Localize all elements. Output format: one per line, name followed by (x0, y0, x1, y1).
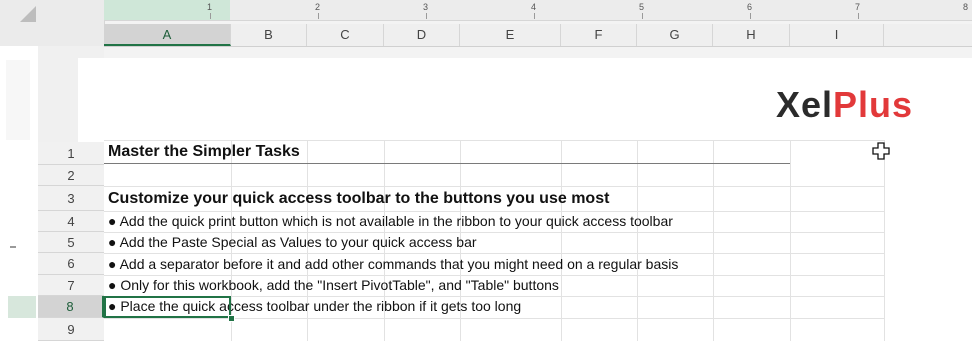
column-header-e[interactable]: E (460, 24, 561, 46)
ruler-number: 2 (315, 2, 321, 12)
gridline (637, 140, 638, 341)
logo-text-part1: Xel (776, 84, 834, 125)
vertical-ruler-block (6, 60, 30, 140)
gridline (104, 211, 884, 212)
column-header-d[interactable]: D (384, 24, 460, 46)
gridline (104, 186, 884, 187)
column-header-c[interactable]: C (307, 24, 384, 46)
gridline (104, 253, 884, 254)
horizontal-ruler: 1 2 3 4 5 6 7 8 (104, 0, 972, 21)
row-header-2[interactable]: 2 (38, 165, 104, 186)
heading-underline (104, 163, 790, 164)
ruler-tick (210, 13, 211, 19)
move-cross-cursor-icon (872, 142, 890, 160)
row-header-6[interactable]: 6 (38, 253, 104, 275)
ruler-tick (858, 13, 859, 19)
column-header-g[interactable]: G (637, 24, 713, 46)
ruler-number: 6 (747, 2, 753, 12)
cell-a6[interactable]: ● Add a separator before it and add othe… (108, 256, 678, 272)
ruler-number: 4 (531, 2, 537, 12)
row-header-4[interactable]: 4 (38, 211, 104, 232)
gridline (104, 140, 884, 141)
row-header-9[interactable]: 9 (38, 318, 104, 341)
select-all-triangle-icon (20, 6, 36, 22)
ruler-number: 7 (855, 2, 861, 12)
gridline (561, 140, 562, 341)
vertical-ruler-highlight (8, 296, 36, 318)
active-cell-selection[interactable] (104, 296, 231, 318)
column-header-a[interactable]: A (104, 24, 231, 46)
row-header-7[interactable]: 7 (38, 275, 104, 296)
ruler-tick (642, 13, 643, 19)
cell-a5[interactable]: ● Add the Paste Special as Values to you… (108, 234, 477, 250)
logo-text-part2: Plus (833, 84, 914, 125)
ruler-marker-icon (10, 246, 16, 248)
cell-a3[interactable]: Customize your quick access toolbar to t… (108, 190, 609, 208)
ruler-number: 8 (963, 2, 969, 12)
column-header-f[interactable]: F (561, 24, 637, 46)
gridline (104, 275, 884, 276)
column-header-h[interactable]: H (713, 24, 790, 46)
row-header-5[interactable]: 5 (38, 232, 104, 253)
gridline (104, 318, 884, 319)
fill-handle[interactable] (228, 315, 235, 322)
row-header-1[interactable]: 1 (38, 142, 104, 165)
column-header-b[interactable]: B (231, 24, 307, 46)
cell-a4[interactable]: ● Add the quick print button which is no… (108, 213, 673, 229)
gridline (790, 140, 791, 341)
cell-a1[interactable]: Master the Simpler Tasks (108, 143, 300, 161)
ruler-number: 1 (207, 2, 213, 12)
gridline (713, 140, 714, 341)
ruler-tick (318, 13, 319, 19)
gridline (884, 140, 885, 341)
ruler-number: 3 (423, 2, 429, 12)
ruler-tick (426, 13, 427, 19)
cell-a7[interactable]: ● Only for this workbook, add the "Inser… (108, 277, 559, 293)
select-all-corner[interactable] (0, 0, 105, 46)
gridline (104, 232, 884, 233)
ruler-tick (750, 13, 751, 19)
column-header-i[interactable]: I (790, 24, 884, 46)
column-header-bar: A B C D E F G H I (104, 24, 972, 47)
row-header-3[interactable]: 3 (38, 186, 104, 211)
ruler-tick (534, 13, 535, 19)
xelplus-logo: XelPlus (776, 84, 913, 126)
row-header-8[interactable]: 8 (38, 296, 104, 318)
ruler-number: 5 (639, 2, 645, 12)
